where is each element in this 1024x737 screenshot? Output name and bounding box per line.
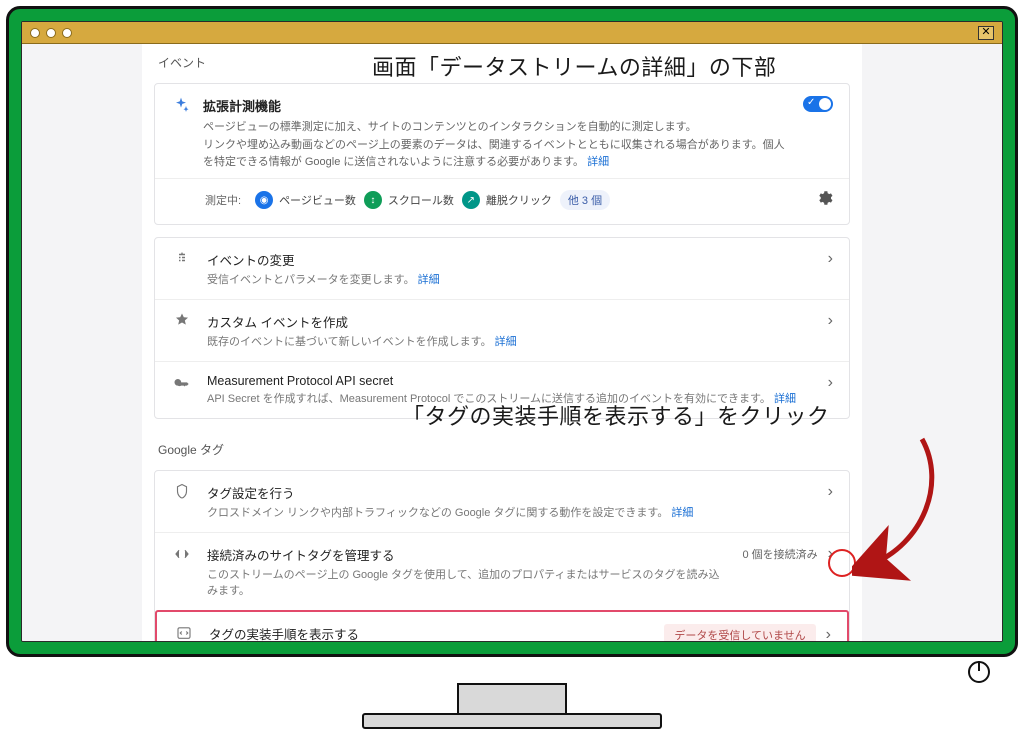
row-edit-events[interactable]: イベントの変更 受信イベントとパラメータを変更します。 詳細 › (155, 238, 849, 299)
enhanced-measurement-card: 拡張計測機能 ページビューの標準測定に加え、サイトのコンテンツとのインタラクショ… (154, 83, 850, 225)
exit-icon: ↗ (462, 191, 480, 209)
chevron-right-icon: › (828, 545, 833, 563)
power-button-icon (968, 661, 990, 683)
event-rows-card: イベントの変更 受信イベントとパラメータを変更します。 詳細 › (154, 237, 850, 419)
monitor-screen: ✕ イベント 拡張計測機能 ペ (6, 6, 1018, 657)
close-button[interactable]: ✕ (978, 26, 994, 40)
enhanced-detail-link[interactable]: 詳細 (587, 156, 609, 168)
row-edit-events-detail-link[interactable]: 詳細 (418, 274, 440, 286)
chevron-right-icon: › (828, 312, 833, 330)
no-data-status-badge: データを受信していません (664, 624, 815, 641)
row-custom-events-sub: 既存のイベントに基づいて新しいイベントを作成します。 詳細 (207, 333, 814, 349)
more-count-chip[interactable]: 他 3 個 (560, 190, 610, 210)
enhanced-desc: ページビューの標準測定に加え、サイトのコンテンツとのインタラクションを自動的に測… (203, 119, 791, 172)
window-dot[interactable] (30, 28, 40, 38)
annotation-arrow-icon (852, 434, 962, 594)
connected-tags-icon (171, 545, 193, 563)
app-window: ✕ イベント 拡張計測機能 ペ (21, 21, 1003, 642)
row-mp-secret-sub: API Secret を作成すれば、Measurement Protocol で… (207, 390, 814, 406)
row-tag-settings[interactable]: タグ設定を行う クロスドメイン リンクや内部トラフィックなどの Google タ… (155, 471, 849, 532)
row-install-tag[interactable]: タグの実装手順を表示する Google タグをデータ ストリームに実装する方法を… (155, 610, 849, 641)
window-dot[interactable] (62, 28, 72, 38)
gear-icon[interactable] (815, 189, 833, 212)
chevron-right-icon: › (828, 374, 833, 392)
measuring-label: 測定中: (205, 192, 241, 208)
row-connected-tags-sub: このストリームのページ上の Google タグを使用して、追加のプロパティまたは… (207, 566, 728, 598)
row-custom-events[interactable]: カスタム イベントを作成 既存のイベントに基づいて新しいイベントを作成します。 … (155, 299, 849, 361)
row-mp-secret[interactable]: Measurement Protocol API secret API Secr… (155, 361, 849, 418)
row-tag-settings-sub: クロスドメイン リンクや内部トラフィックなどの Google タグに関する動作を… (207, 504, 814, 520)
chip-outbound-label: 離脱クリック (486, 192, 552, 208)
row-mp-secret-title: Measurement Protocol API secret (207, 374, 814, 388)
monitor-stand-neck (457, 683, 567, 715)
google-tag-card: タグ設定を行う クロスドメイン リンクや内部トラフィックなどの Google タ… (154, 470, 850, 641)
scroll-icon: ↕ (364, 191, 382, 209)
settings-panel: イベント 拡張計測機能 ページビューの標準測定に加え、サイトのコンテンツとのイン… (142, 44, 862, 641)
content-area: イベント 拡張計測機能 ページビューの標準測定に加え、サイトのコンテンツとのイン… (22, 44, 1002, 641)
chip-outbound: ↗ 離脱クリック (462, 191, 552, 209)
monitor-illustration: ✕ イベント 拡張計測機能 ペ (0, 0, 1024, 737)
sparkle-icon (171, 96, 191, 116)
row-install-tag-title: タグの実装手順を表示する (209, 624, 650, 641)
custom-events-icon (171, 312, 193, 330)
edit-events-icon (171, 250, 193, 268)
enhanced-toggle[interactable]: ✓ (803, 96, 833, 112)
google-tag-section-label: Google タグ (142, 431, 862, 464)
window-dot[interactable] (46, 28, 56, 38)
row-mp-secret-detail-link[interactable]: 詳細 (774, 393, 796, 405)
monitor-stand-base (362, 713, 662, 729)
row-connected-tags[interactable]: 接続済みのサイトタグを管理する このストリームのページ上の Google タグを… (155, 532, 849, 610)
chip-scroll: ↕ スクロール数 (364, 191, 454, 209)
chip-scroll-label: スクロール数 (388, 192, 454, 208)
chevron-right-icon: › (828, 250, 833, 268)
row-edit-events-sub: 受信イベントとパラメータを変更します。 詳細 (207, 271, 814, 287)
chevron-right-icon: › (828, 483, 833, 501)
enhanced-desc-line1: ページビューの標準測定に加え、サイトのコンテンツとのインタラクションを自動的に測… (203, 121, 697, 133)
row-tag-settings-title: タグ設定を行う (207, 483, 814, 502)
row-edit-events-title: イベントの変更 (207, 250, 814, 269)
row-tag-settings-detail-link[interactable]: 詳細 (671, 507, 693, 519)
chip-pageview: ◉ ページビュー数 (255, 191, 356, 209)
key-icon (171, 374, 193, 394)
measuring-row: 測定中: ◉ ページビュー数 ↕ スクロール数 ↗ 離脱ク (155, 179, 849, 224)
row-custom-events-detail-link[interactable]: 詳細 (495, 336, 517, 348)
install-tag-icon (173, 624, 195, 641)
connected-tags-count: 0 個を接続済み (742, 546, 817, 562)
row-custom-events-title: カスタム イベントを作成 (207, 312, 814, 331)
titlebar: ✕ (22, 22, 1002, 44)
chevron-right-icon: › (826, 626, 831, 641)
tag-icon (171, 483, 193, 501)
events-section-label: イベント (142, 44, 862, 77)
eye-icon: ◉ (255, 191, 273, 209)
row-connected-tags-title: 接続済みのサイトタグを管理する (207, 545, 728, 564)
enhanced-title: 拡張計測機能 (203, 96, 791, 115)
chip-pageview-label: ページビュー数 (279, 192, 356, 208)
window-controls (30, 28, 72, 38)
enhanced-desc-line2: リンクや埋め込み動画などのページ上の要素のデータは、関連するイベントとともに収集… (203, 139, 785, 169)
